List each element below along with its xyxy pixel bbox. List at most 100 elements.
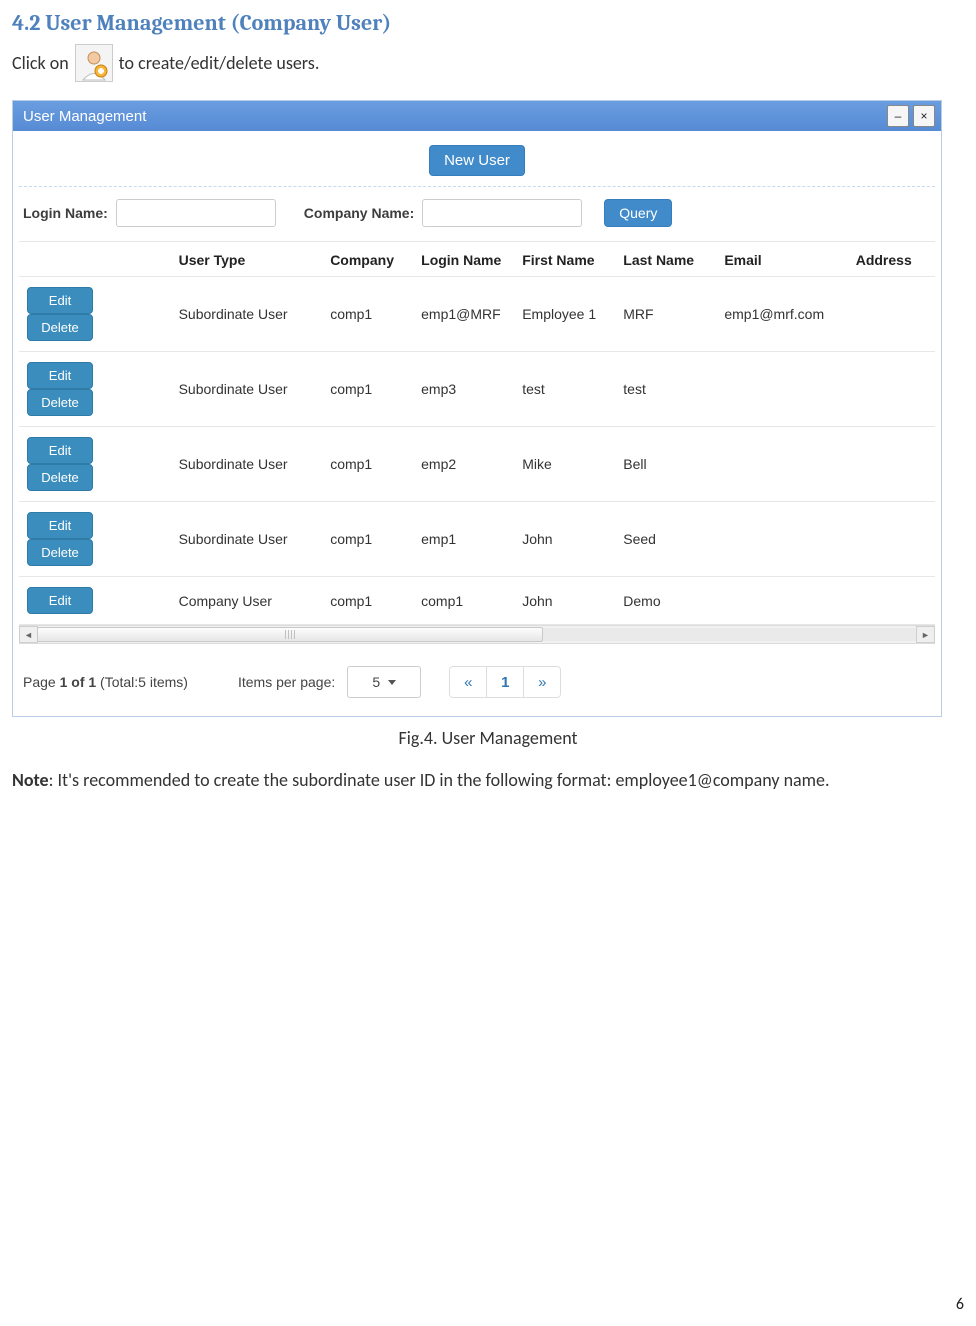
intro-line: Click on to create/edit/delete users. <box>12 44 964 82</box>
table-row: EditCompany Usercomp1comp1JohnDemo <box>19 577 935 625</box>
cell-address <box>848 352 929 427</box>
intro-before: Click on <box>12 52 69 74</box>
col-address-header: Address <box>848 242 929 277</box>
row-actions-cell: EditDelete <box>19 427 171 502</box>
page-1-button[interactable]: 1 <box>487 667 524 697</box>
cell-first-name: Mike <box>514 427 615 502</box>
table-row: EditDeleteSubordinate Usercomp1emp2MikeB… <box>19 427 935 502</box>
figure-caption: Fig.4. User Management <box>12 727 964 749</box>
col-usertype-header: User Type <box>171 242 323 277</box>
filter-row: Login Name: Company Name: Query <box>19 197 935 239</box>
login-name-label: Login Name: <box>23 205 108 221</box>
cell-po <box>929 502 935 577</box>
horizontal-scrollbar[interactable]: ◄ ► <box>19 625 935 644</box>
edit-button[interactable]: Edit <box>27 512 93 539</box>
user-management-icon <box>75 44 113 82</box>
note-label: Note <box>12 769 49 791</box>
cell-company: comp1 <box>322 277 413 352</box>
panel-body: New User Login Name: Company Name: Query… <box>13 131 941 716</box>
cell-address <box>848 277 929 352</box>
page-prev-button[interactable]: « <box>450 667 487 697</box>
panel-header: User Management – × <box>13 101 941 131</box>
company-name-input[interactable] <box>422 199 582 227</box>
table-row: EditDeleteSubordinate Usercomp1emp1JohnS… <box>19 502 935 577</box>
close-button[interactable]: × <box>913 105 935 127</box>
cell-user-type: Subordinate User <box>171 277 323 352</box>
col-actions-header <box>19 242 171 277</box>
delete-button[interactable]: Delete <box>27 389 93 416</box>
page-number: 6 <box>956 1295 964 1314</box>
cell-address <box>848 427 929 502</box>
panel-controls: – × <box>887 105 935 127</box>
chevron-down-icon <box>388 680 396 685</box>
query-button[interactable]: Query <box>604 199 672 227</box>
new-user-button[interactable]: New User <box>429 145 525 176</box>
cell-first-name: Employee 1 <box>514 277 615 352</box>
pager-summary-suffix: (Total:5 items) <box>96 674 188 690</box>
cell-po <box>929 427 935 502</box>
scroll-left-arrow-icon[interactable]: ◄ <box>19 626 38 643</box>
col-last-header: Last Name <box>615 242 716 277</box>
scroll-right-arrow-icon[interactable]: ► <box>916 626 935 643</box>
new-user-row: New User <box>19 137 935 187</box>
cell-email <box>716 427 847 502</box>
cell-email: emp1@mrf.com <box>716 277 847 352</box>
company-name-label: Company Name: <box>304 205 414 221</box>
items-per-page-select[interactable]: 5 <box>347 666 421 698</box>
row-actions-cell: EditDelete <box>19 277 171 352</box>
row-actions-cell: Edit <box>19 577 171 625</box>
cell-user-type: Subordinate User <box>171 352 323 427</box>
table-header-row: User Type Company Login Name First Name … <box>19 242 935 277</box>
col-company-header: Company <box>322 242 413 277</box>
col-login-header: Login Name <box>413 242 514 277</box>
items-per-page-label: Items per page: <box>238 674 335 690</box>
cell-first-name: test <box>514 352 615 427</box>
cell-login-name: comp1 <box>413 577 514 625</box>
edit-button[interactable]: Edit <box>27 437 93 464</box>
edit-button[interactable]: Edit <box>27 362 93 389</box>
delete-button[interactable]: Delete <box>27 464 93 491</box>
pager-summary-prefix: Page <box>23 674 60 690</box>
minimize-button[interactable]: – <box>887 105 909 127</box>
cell-po <box>929 352 935 427</box>
cell-last-name: Demo <box>615 577 716 625</box>
table-row: EditDeleteSubordinate Usercomp1emp3testt… <box>19 352 935 427</box>
col-first-header: First Name <box>514 242 615 277</box>
panel-title: User Management <box>23 108 146 125</box>
cell-email <box>716 502 847 577</box>
cell-first-name: John <box>514 502 615 577</box>
items-per-page-value: 5 <box>372 674 380 690</box>
pager-summary-page: 1 of 1 <box>60 674 97 690</box>
edit-button[interactable]: Edit <box>27 587 93 614</box>
user-table: User Type Company Login Name First Name … <box>19 242 935 625</box>
page-next-button[interactable]: » <box>524 667 560 697</box>
cell-last-name: Bell <box>615 427 716 502</box>
cell-address <box>848 502 929 577</box>
cell-user-type: Subordinate User <box>171 427 323 502</box>
note-text: : It's recommended to create the subordi… <box>49 769 830 791</box>
edit-button[interactable]: Edit <box>27 287 93 314</box>
cell-email <box>716 577 847 625</box>
row-actions-cell: EditDelete <box>19 502 171 577</box>
pagination: « 1 » <box>449 666 561 698</box>
col-po-header: Po <box>929 242 935 277</box>
scroll-thumb[interactable] <box>37 627 543 642</box>
table-wrapper: User Type Company Login Name First Name … <box>19 241 935 625</box>
cell-email <box>716 352 847 427</box>
cell-address <box>848 577 929 625</box>
row-actions-cell: EditDelete <box>19 352 171 427</box>
cell-login-name: emp2 <box>413 427 514 502</box>
cell-po <box>929 277 935 352</box>
cell-user-type: Subordinate User <box>171 502 323 577</box>
login-name-input[interactable] <box>116 199 276 227</box>
delete-button[interactable]: Delete <box>27 539 93 566</box>
intro-after: to create/edit/delete users. <box>119 52 320 74</box>
pager: Page 1 of 1 (Total:5 items) Items per pa… <box>19 644 935 704</box>
cell-first-name: John <box>514 577 615 625</box>
pager-summary: Page 1 of 1 (Total:5 items) <box>23 674 188 690</box>
user-management-panel: User Management – × New User Login Name:… <box>12 100 942 717</box>
cell-login-name: emp1@MRF <box>413 277 514 352</box>
table-row: EditDeleteSubordinate Usercomp1emp1@MRFE… <box>19 277 935 352</box>
delete-button[interactable]: Delete <box>27 314 93 341</box>
cell-company: comp1 <box>322 352 413 427</box>
